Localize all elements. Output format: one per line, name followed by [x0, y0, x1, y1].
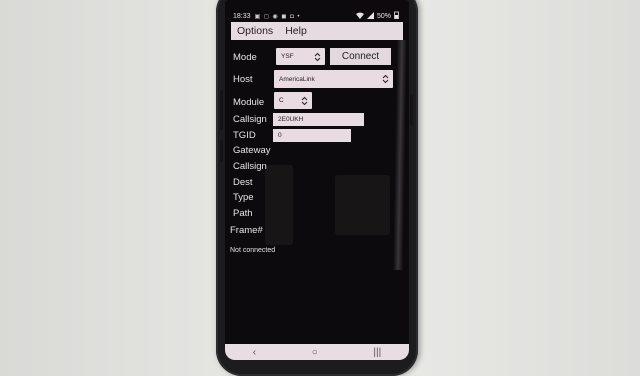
tgid-value: 0 — [278, 132, 282, 139]
mode-select[interactable]: YSF — [276, 48, 325, 65]
tgid-input[interactable]: 0 — [273, 129, 351, 142]
power-button — [410, 95, 413, 125]
connect-button-label: Connect — [341, 51, 380, 62]
status-time: 18:33 — [233, 12, 251, 20]
menu-options[interactable]: Options — [237, 25, 273, 37]
frame-label: Frame# — [230, 225, 263, 236]
gateway-label: Gateway — [233, 145, 271, 156]
signal-icon — [366, 11, 374, 21]
recents-icon[interactable]: ||| — [373, 347, 381, 358]
navigation-bar: ‹ ○ ||| — [225, 344, 409, 360]
callsign-input[interactable]: 2E0UKH — [273, 113, 364, 126]
module-label: Module — [233, 97, 265, 108]
status-bar: 18:33 ▣ ◻ ◉ ◼ ◘ • 50% — [225, 10, 409, 22]
screen-glare — [392, 39, 408, 271]
chevron-updown-icon — [382, 74, 389, 84]
type-label: Type — [233, 192, 254, 203]
module-value: C — [279, 97, 284, 104]
dest-label: Dest — [233, 177, 253, 188]
callsign-label: Callsign — [233, 114, 267, 125]
background-reflection — [335, 175, 390, 235]
battery-icon — [394, 11, 399, 21]
tgid-label: TGID — [233, 130, 256, 141]
battery-level: 50% — [376, 12, 391, 20]
info-callsign-label: Callsign — [233, 161, 267, 172]
callsign-value: 2E0UKH — [278, 116, 304, 123]
home-icon[interactable]: ○ — [312, 347, 318, 358]
menu-help[interactable]: Help — [285, 25, 307, 37]
menu-bar: Options Help — [231, 22, 403, 40]
notification-icons: ▣ ◻ ◉ ◼ ◘ • — [254, 13, 301, 20]
wifi-icon — [355, 12, 364, 21]
connection-status: Not connected — [230, 247, 276, 254]
connect-button[interactable]: Connect — [330, 48, 391, 65]
app-screen: 18:33 ▣ ◻ ◉ ◼ ◘ • 50% Options Help Mode … — [225, 0, 409, 360]
module-select[interactable]: C — [274, 92, 312, 109]
host-select[interactable]: AmericaLink — [274, 70, 393, 88]
background-reflection — [265, 165, 293, 245]
chevron-updown-icon — [301, 96, 308, 105]
mode-value: YSF — [281, 53, 294, 60]
host-label: Host — [233, 74, 253, 85]
host-value: AmericaLink — [279, 75, 315, 83]
path-label: Path — [233, 208, 253, 219]
back-icon[interactable]: ‹ — [253, 347, 256, 358]
mode-label: Mode — [233, 52, 257, 63]
volume-button — [220, 90, 223, 130]
chevron-updown-icon — [314, 52, 321, 61]
bixby-button — [220, 140, 223, 162]
